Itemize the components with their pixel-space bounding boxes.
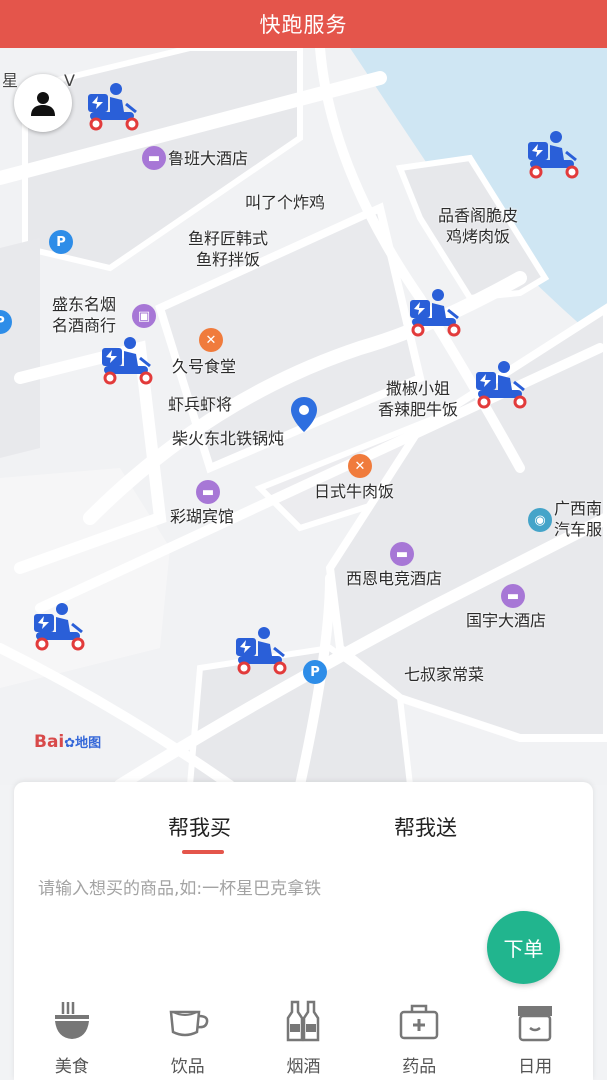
user-icon <box>31 92 55 116</box>
category-food[interactable]: 美食 <box>14 992 130 1080</box>
medicine-box-icon <box>400 1004 439 1040</box>
category-tobacco-alcohol[interactable]: 烟酒 <box>246 992 362 1080</box>
poi-qishu[interactable]: 七叔家常菜 <box>404 664 484 685</box>
delivery-rider-icon <box>88 83 139 131</box>
poi-pinxiangge[interactable]: 品香阁脆皮 鸡烤肉饭 <box>438 205 518 247</box>
noodle-bowl-icon <box>54 1002 89 1039</box>
hotel-icon[interactable]: ▬ <box>142 146 166 170</box>
baidu-paw-icon: ✿ <box>64 736 76 751</box>
poi-guangxi[interactable]: 广西南 汽车服 <box>554 498 602 540</box>
category-tobacco-alcohol-label: 烟酒 <box>286 1057 321 1077</box>
tab-buy-for-me[interactable]: 帮我买 <box>168 812 231 842</box>
category-daily-goods[interactable]: 日用 <box>477 992 593 1080</box>
baidu-map-logo: Bai✿地图 <box>34 732 101 752</box>
poi-sajiao[interactable]: 撒椒小姐 香辣肥牛饭 <box>378 378 458 420</box>
poi-xiabing[interactable]: 虾兵虾将 <box>168 394 232 415</box>
location-pin-icon[interactable] <box>289 396 319 434</box>
poi-luban-hotel[interactable]: 鲁班大酒店 <box>168 148 248 169</box>
active-tab-indicator <box>182 850 224 854</box>
poi-xien[interactable]: 西恩电竞酒店 <box>346 568 442 589</box>
delivery-rider-icon <box>528 131 579 179</box>
poi-caihu[interactable]: 彩瑚宾馆 <box>170 506 234 527</box>
map-view[interactable]: 星 V ▬ 鲁班大酒店 叫了个炸鸡 P 鱼籽匠韩式 鱼籽拌饭 品香阁脆皮 鸡烤肉… <box>0 48 607 785</box>
category-drinks-label: 饮品 <box>170 1057 205 1077</box>
poi-partial-label: 星 <box>2 71 19 90</box>
category-bar: 美食 饮品 烟酒 药品 日用 <box>14 992 593 1080</box>
coffee-cup-icon <box>169 1010 209 1037</box>
category-medicine[interactable]: 药品 <box>361 992 477 1080</box>
delivery-rider-icon <box>102 337 153 385</box>
poi-jiuhao[interactable]: 久号食堂 <box>172 356 236 377</box>
parking-icon-2: P <box>303 660 327 684</box>
page-title: 快跑服务 <box>259 13 348 37</box>
category-daily-goods-label: 日用 <box>518 1057 553 1077</box>
shop-icon[interactable]: ▣ <box>132 304 156 328</box>
product-search-input[interactable]: 请输入想买的商品,如:一杯星巴克拿铁 <box>38 874 321 899</box>
poi-chaihuo[interactable]: 柴火东北铁锅炖 <box>172 428 284 449</box>
category-food-label: 美食 <box>54 1057 89 1077</box>
baidu-logo-text: Bai <box>34 732 65 752</box>
baidu-logo-sub: 地图 <box>75 736 102 751</box>
parking-icon: P <box>49 230 73 254</box>
delivery-rider-icon <box>236 627 287 675</box>
order-panel: 帮我买 帮我送 请输入想买的商品,如:一杯星巴克拿铁 下单 美食 饮品 烟酒 药… <box>14 782 593 1080</box>
bottles-icon <box>287 1000 320 1042</box>
delivery-rider-icon <box>476 361 527 409</box>
category-medicine-label: 药品 <box>402 1057 437 1077</box>
poi-shengdong[interactable]: 盛东名烟 名酒商行 <box>52 294 116 336</box>
poi-guoyu[interactable]: 国宇大酒店 <box>466 610 546 631</box>
tab-send-for-me[interactable]: 帮我送 <box>394 812 457 842</box>
restaurant-icon-2[interactable]: ✕ <box>348 454 372 478</box>
delivery-rider-icon <box>410 289 461 337</box>
place-order-button[interactable]: 下单 <box>487 911 560 984</box>
hotel-icon-2[interactable]: ▬ <box>196 480 220 504</box>
hotel-icon-3[interactable]: ▬ <box>390 542 414 566</box>
category-drinks[interactable]: 饮品 <box>130 992 246 1080</box>
poi-rishi[interactable]: 日式牛肉饭 <box>314 481 394 502</box>
car-service-icon[interactable]: ◉ <box>528 508 552 532</box>
restaurant-icon[interactable]: ✕ <box>199 328 223 352</box>
store-icon <box>518 1006 553 1042</box>
user-avatar-button[interactable] <box>14 74 72 132</box>
place-order-label: 下单 <box>503 937 544 961</box>
app-header: 快跑服务 <box>0 0 607 48</box>
poi-jiaoleji[interactable]: 叫了个炸鸡 <box>245 192 325 213</box>
delivery-rider-icon <box>34 603 85 651</box>
poi-yuzi[interactable]: 鱼籽匠韩式 鱼籽拌饭 <box>188 228 268 270</box>
hotel-icon-4[interactable]: ▬ <box>501 584 525 608</box>
